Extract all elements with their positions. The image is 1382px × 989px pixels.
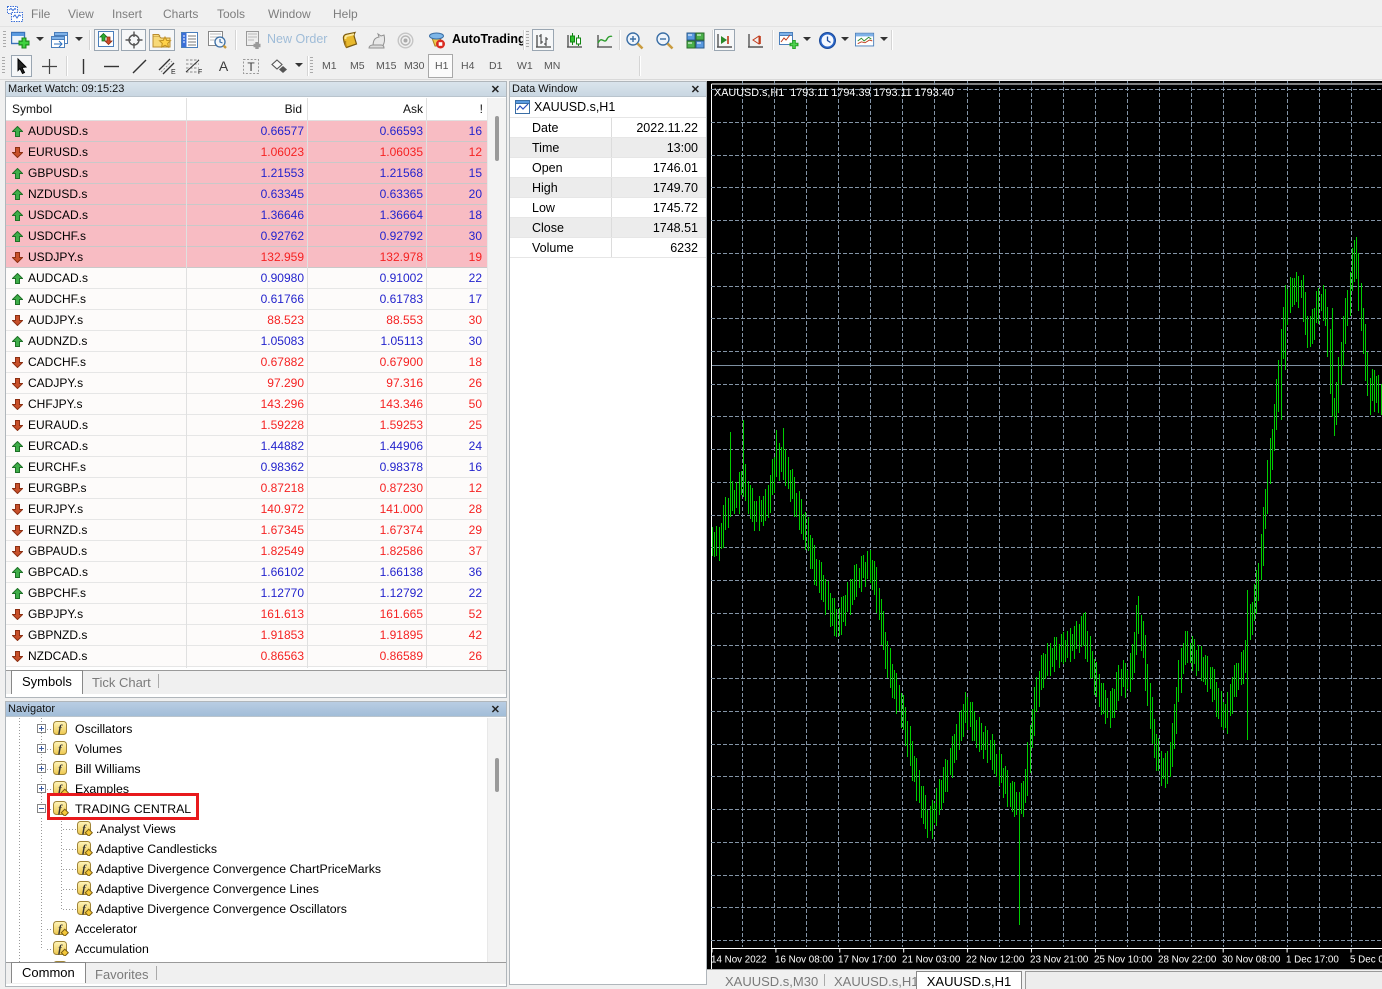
svg-text:16 Nov 08:00: 16 Nov 08:00 xyxy=(775,955,834,966)
svg-text:XAUUSD.s,H1 1793.11 1794.39 1: XAUUSD.s,H1 1793.11 1794.39 1793.11 1793… xyxy=(714,87,954,99)
svg-text:1 Dec 17:00: 1 Dec 17:00 xyxy=(1286,955,1339,966)
svg-text:23 Nov 21:00: 23 Nov 21:00 xyxy=(1030,955,1089,966)
svg-text:22 Nov 12:00: 22 Nov 12:00 xyxy=(966,955,1025,966)
svg-text:28 Nov 22:00: 28 Nov 22:00 xyxy=(1158,955,1217,966)
svg-text:A: A xyxy=(218,58,228,74)
svg-text:21 Nov 03:00: 21 Nov 03:00 xyxy=(902,955,961,966)
svg-text:25 Nov 10:00: 25 Nov 10:00 xyxy=(1094,955,1153,966)
svg-text:14 Nov 2022: 14 Nov 2022 xyxy=(711,955,767,966)
svg-text:30 Nov 08:00: 30 Nov 08:00 xyxy=(1222,955,1281,966)
svg-text:T: T xyxy=(247,60,255,74)
svg-text:17 Nov 17:00: 17 Nov 17:00 xyxy=(838,955,897,966)
svg-text:E: E xyxy=(171,69,176,75)
svg-text:5 Dec 03:00: 5 Dec 03:00 xyxy=(1350,955,1382,966)
svg-text:F: F xyxy=(198,69,202,75)
